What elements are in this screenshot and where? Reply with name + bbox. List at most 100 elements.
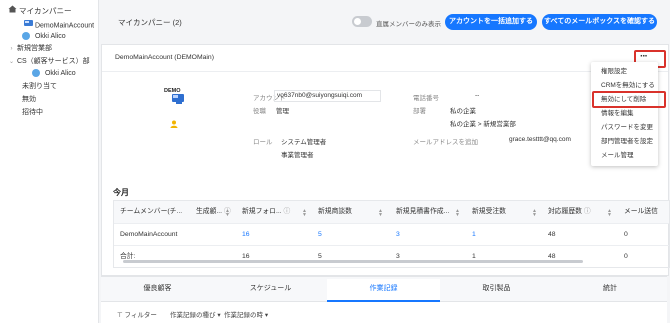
chevron-down-icon: ▾: [264, 312, 269, 319]
sidebar-item-demomain[interactable]: DemoMainAccount: [24, 19, 94, 31]
role-value-1: システム管理者: [281, 139, 327, 146]
sort-icon[interactable]: ▲ ▼: [455, 209, 460, 218]
table-cell-link[interactable]: 16: [236, 223, 312, 245]
sort-icon[interactable]: ▲ ▼: [532, 209, 537, 218]
tab-schedule[interactable]: スケジュール: [214, 279, 327, 299]
dropdown-label: 作業記録の種び: [170, 312, 216, 319]
more-button[interactable]: ···: [640, 51, 648, 62]
phone-label: 電話番号: [413, 95, 439, 102]
table-cell: 48: [542, 223, 618, 245]
sidebar-item-label: 無効: [22, 96, 36, 103]
sidebar-item-label: 新規営業部: [16, 45, 52, 52]
table-cell: 5: [312, 245, 390, 267]
table-header[interactable]: 新規受注数: [466, 201, 542, 223]
role-title-value: 管理: [276, 108, 289, 115]
role-title-label: 役職: [253, 108, 266, 115]
filter-button[interactable]: ⊤ フィルター: [117, 309, 157, 319]
divider: [102, 71, 668, 72]
table-header[interactable]: チームメンバー(チ...: [114, 201, 190, 223]
dropdown-label: 作業記録の時: [224, 312, 263, 319]
table-cell-link[interactable]: 1: [466, 223, 542, 245]
sidebar-item-invited[interactable]: 招待中: [22, 107, 43, 119]
sidebar: マイカンパニー DemoMainAccount Okki Alico › 新規営…: [0, 0, 99, 323]
stats-table: チームメンバー(チ... 生成顧... ⓘ 新規フォロ... ⓘ 新規商談数 新…: [113, 200, 670, 268]
home-icon: [8, 5, 17, 18]
chevron-down-icon[interactable]: ⌄: [8, 56, 15, 68]
disable-delete-highlight: [592, 91, 666, 108]
direct-only-label: 直属メンバーのみ表示: [376, 21, 441, 28]
tab-top-customers[interactable]: 優良顧客: [101, 279, 214, 299]
direct-only-toggle[interactable]: [352, 16, 372, 27]
tab-statistics[interactable]: 統計: [553, 279, 667, 299]
table-cell-link[interactable]: 3: [390, 223, 466, 245]
sidebar-item-label: Okki Alico: [44, 70, 76, 77]
department-value-1: 私の企業: [450, 108, 476, 115]
table-header-label: 新規フォロ...: [242, 208, 282, 215]
bulk-add-button[interactable]: アカウントを一括追加する: [445, 14, 537, 30]
sort-icon[interactable]: ▲ ▼: [302, 209, 307, 218]
account-card: DemoMainAccount (DEMOMain) DEMO アカウント vo…: [101, 44, 670, 276]
filter-label: フィルター: [124, 312, 157, 319]
table-cell: 3: [390, 245, 466, 267]
sidebar-item-label: Okki Alico: [34, 33, 66, 40]
table-header-label: 生成顧...: [196, 208, 223, 215]
role-label: ロール: [253, 139, 273, 146]
filter-icon: ⊤: [117, 312, 123, 319]
table-header[interactable]: メール送信: [618, 201, 669, 223]
chevron-down-icon: ▾: [217, 312, 221, 319]
logo-icon: [172, 94, 184, 104]
sidebar-item-sales-dept[interactable]: › 新規営業部: [8, 43, 52, 55]
sidebar-item-okki-2[interactable]: Okki Alico: [32, 68, 76, 80]
account-value: vo637nb0@suiyongsuiqi.com: [274, 90, 381, 102]
sidebar-item-disabled[interactable]: 無効: [22, 94, 36, 106]
menu-item-mail-management[interactable]: メール管理: [591, 149, 658, 162]
help-icon[interactable]: ⓘ: [284, 208, 291, 215]
sidebar-item-label: 未割り当て: [22, 83, 57, 90]
sidebar-item-label: 招待中: [22, 109, 43, 116]
work-record-type-dropdown[interactable]: 作業記録の種び ▾: [170, 309, 221, 319]
sort-icon[interactable]: ▲ ▼: [225, 209, 230, 218]
sidebar-item-okki-1[interactable]: Okki Alico: [22, 31, 66, 43]
sidebar-root[interactable]: マイカンパニー: [8, 5, 71, 17]
table-cell: 0: [618, 223, 669, 245]
month-title: 今月: [113, 188, 129, 197]
tab-work-records[interactable]: 作業記録: [327, 279, 440, 302]
table-cell: 1: [466, 245, 542, 267]
department-label: 部署: [413, 108, 426, 115]
company-logo: DEMO: [164, 88, 186, 110]
sort-icon[interactable]: ▲ ▼: [378, 209, 383, 218]
menu-item-permissions[interactable]: 権限設定: [591, 65, 658, 78]
table-cell: DemoMainAccount: [114, 223, 190, 245]
user-avatar-icon: [22, 32, 30, 41]
user-role-icon: [170, 120, 178, 130]
menu-item-edit-info[interactable]: 情報を編集: [591, 107, 658, 120]
phone-value: --: [475, 92, 480, 99]
mail-value: grace.testttt@qq.com: [509, 136, 571, 143]
table-scrollbar[interactable]: [123, 260, 583, 263]
sidebar-root-label: マイカンパニー: [18, 6, 72, 16]
check-mailbox-button[interactable]: すべてのメールボックスを確認する: [542, 14, 657, 30]
menu-item-change-password[interactable]: パスワードを変更: [591, 121, 658, 134]
table-cell: 16: [236, 245, 312, 267]
account-actions-menu: 権限設定 CRMを無効にする 無効にして削除 情報を編集 パスワードを変更 部門…: [591, 62, 658, 166]
table-cell: [190, 245, 236, 267]
menu-item-set-dept-admin[interactable]: 部門管理者を設定: [591, 135, 658, 148]
table-cell: [190, 223, 236, 245]
table-cell: 合計:: [114, 245, 190, 267]
help-icon[interactable]: ⓘ: [584, 208, 591, 215]
table-cell-link[interactable]: 5: [312, 223, 390, 245]
company-title: マイカンパニー (2): [118, 18, 182, 27]
table-cell: 48: [542, 245, 618, 267]
sort-icon[interactable]: ▲ ▼: [607, 209, 612, 218]
user-avatar-icon: [32, 69, 40, 78]
account-header: DemoMainAccount (DEMOMain): [115, 54, 214, 61]
mail-label: メールアドレスを追加: [413, 139, 478, 146]
sidebar-item-label: DemoMainAccount: [34, 22, 95, 30]
table-header[interactable]: 新規フォロ... ⓘ: [236, 201, 312, 223]
chevron-right-icon[interactable]: ›: [8, 43, 15, 55]
sidebar-item-unassigned[interactable]: 未割り当て: [22, 81, 57, 93]
sidebar-item-cs-dept[interactable]: ⌄ CS（顧客サービス）部: [8, 56, 90, 68]
work-record-time-dropdown[interactable]: 作業記録の時 ▾: [224, 309, 268, 319]
table-cell: 0: [618, 245, 669, 267]
tab-products[interactable]: 取引製品: [440, 279, 553, 299]
